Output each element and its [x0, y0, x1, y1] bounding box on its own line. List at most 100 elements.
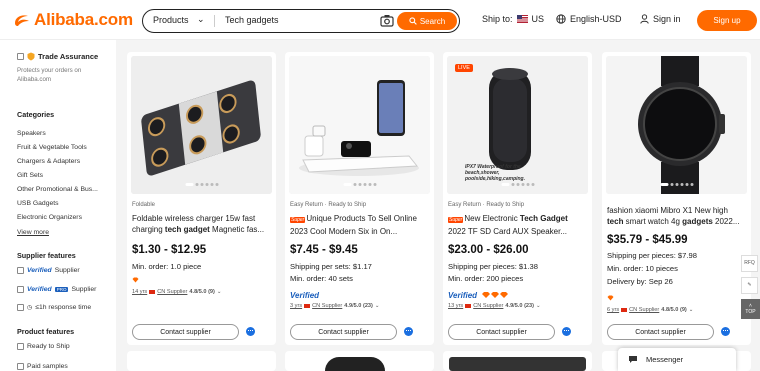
ship-to-selector[interactable]: Ship to: US — [482, 14, 544, 24]
shipping-cost: Shipping per pieces: $1.38 — [448, 262, 538, 271]
product-title[interactable]: fashion xiaomi Mibro X1 New high tech sm… — [607, 205, 746, 227]
ready-to-ship-filter[interactable]: Ready to Ship — [17, 343, 70, 350]
diamond-rating-icons — [482, 292, 508, 298]
header: Alibaba.com Products ⌄ Tech gadgets Sear… — [0, 0, 760, 40]
product-card[interactable] — [285, 351, 434, 371]
supplier-country: CN Supplier — [629, 307, 660, 313]
rfq-button[interactable]: RFQ — [741, 255, 758, 272]
supplier-years: 3 yrs — [290, 303, 303, 309]
chevron-down-icon[interactable]: ⌄ — [375, 303, 380, 309]
ship-to-label: Ship to: — [482, 14, 513, 24]
language-label: English-USD — [570, 14, 622, 24]
checkbox[interactable] — [17, 363, 24, 370]
product-image — [449, 357, 586, 371]
alibaba-logo[interactable]: Alibaba.com — [12, 9, 133, 31]
category-link[interactable]: Electronic Organizers — [17, 214, 82, 221]
paid-samples-filter[interactable]: Paid samples — [17, 363, 68, 370]
trade-assurance-label: Trade Assurance — [38, 52, 99, 61]
supplier-info[interactable]: 13 yrs CN Supplier 4.9/5.0 (23) ⌄ — [448, 303, 541, 309]
chevron-down-icon[interactable]: ⌄ — [217, 289, 222, 295]
product-image[interactable] — [289, 56, 430, 194]
product-price: $35.79 - $45.99 — [607, 234, 688, 246]
category-link[interactable]: Other Promotional & Bus... — [17, 186, 98, 193]
rfq-label: RFQ — [744, 260, 755, 266]
search-bar: Products ⌄ Tech gadgets Search — [142, 9, 460, 33]
product-image[interactable]: LIVE IPX7 Waterproof for the beach,showe… — [447, 56, 588, 194]
super-badge: Super — [448, 217, 464, 223]
contact-supplier-button[interactable]: Contact supplier — [607, 324, 714, 340]
feedback-icon[interactable]: ✎ — [741, 277, 758, 294]
verified-supplier-filter[interactable]: Verified Supplier — [17, 267, 80, 274]
sign-in-link[interactable]: Sign in — [640, 14, 681, 24]
product-image — [325, 357, 385, 371]
supplier-info[interactable]: 14 yrs CN Supplier 4.8/5.0 (9) ⌄ — [132, 289, 222, 295]
verified-badge: Verified — [448, 291, 478, 300]
chat-icon[interactable] — [404, 327, 413, 336]
supplier-years: 13 yrs — [448, 303, 464, 309]
gold-supplier-diamond-icon — [132, 277, 139, 283]
image-carousel-dots[interactable] — [185, 183, 218, 186]
verified-badge: Verified — [290, 291, 320, 300]
product-title[interactable]: Foldable wireless charger 15w fast charg… — [132, 213, 271, 235]
globe-icon — [556, 14, 566, 24]
contact-supplier-button[interactable]: Contact supplier — [290, 324, 397, 340]
messenger-widget[interactable]: Messenger — [618, 348, 736, 371]
category-link[interactable]: Fruit & Vegetable Tools — [17, 144, 87, 151]
product-card[interactable] — [127, 351, 276, 371]
product-price: $23.00 - $26.00 — [448, 244, 529, 256]
view-more-link[interactable]: View more — [17, 229, 49, 236]
min-order: Min. order: 40 sets — [290, 274, 353, 283]
language-selector[interactable]: English-USD — [556, 14, 622, 24]
top-label: TOP — [745, 309, 756, 315]
contact-supplier-button[interactable]: Contact supplier — [448, 324, 555, 340]
contact-supplier-button[interactable]: Contact supplier — [132, 324, 239, 340]
chevron-down-icon[interactable]: ⌄ — [536, 303, 541, 309]
live-badge: LIVE — [455, 64, 473, 72]
logo-text: Alibaba.com — [34, 10, 133, 29]
image-carousel-dots[interactable] — [343, 183, 376, 186]
trade-assurance-checkbox[interactable] — [17, 53, 24, 60]
checkbox[interactable] — [17, 286, 24, 293]
search-button[interactable]: Search — [397, 12, 457, 30]
chevron-down-icon[interactable]: ⌄ — [689, 307, 694, 313]
product-card[interactable]: fashion xiaomi Mibro X1 New high tech sm… — [602, 52, 751, 345]
chat-icon[interactable] — [721, 327, 730, 336]
chat-icon[interactable] — [562, 327, 571, 336]
product-card[interactable]: LIVE IPX7 Waterproof for the beach,showe… — [443, 52, 592, 345]
trade-assurance-filter[interactable]: Trade Assurance — [17, 52, 98, 61]
category-link[interactable]: Gift Sets — [17, 172, 43, 179]
product-tagline: Foldable — [132, 202, 156, 208]
checkbox[interactable] — [17, 304, 24, 311]
category-link[interactable]: USB Gadgets — [17, 200, 59, 207]
verified-pro-supplier-filter[interactable]: Verified PRO Supplier — [17, 286, 96, 293]
image-carousel-dots[interactable] — [501, 183, 534, 186]
category-link[interactable]: Speakers — [17, 130, 46, 137]
ship-to-country: US — [531, 14, 545, 24]
product-title[interactable]: Super Unique Products To Sell Online 2023… — [290, 213, 429, 237]
camera-icon[interactable] — [380, 14, 394, 27]
checkbox[interactable] — [17, 267, 24, 274]
product-image[interactable] — [131, 56, 272, 194]
image-carousel-dots[interactable] — [660, 183, 693, 186]
product-card[interactable]: Easy Return · Ready to Ship Super Unique … — [285, 52, 434, 345]
supplier-info[interactable]: 6 yrs CN Supplier 4.8/5.0 (9) ⌄ — [607, 307, 693, 313]
shipping-cost: Shipping per sets: $1.17 — [290, 262, 372, 271]
back-to-top-button[interactable]: ˄ TOP — [741, 299, 760, 319]
product-promo-text: IPX7 Waterproof for the beach,shower, po… — [465, 164, 526, 182]
product-card[interactable]: Foldable Foldable wireless charger 15w f… — [127, 52, 276, 345]
chat-icon[interactable] — [246, 327, 255, 336]
chevron-down-icon[interactable]: ⌄ — [197, 14, 205, 25]
product-title[interactable]: Super New Electronic Tech Gadget 2022 TF … — [448, 213, 587, 237]
verified-badge: Verified — [27, 286, 52, 293]
search-type-select[interactable]: Products — [153, 15, 189, 25]
response-time-filter[interactable]: ◷ ≤1h response time — [17, 304, 91, 311]
product-card[interactable] — [443, 351, 592, 371]
sign-up-button[interactable]: Sign up — [697, 10, 757, 31]
supplier-rating: 4.8/5.0 (9) — [661, 307, 687, 313]
category-link[interactable]: Chargers & Adapters — [17, 158, 80, 165]
supplier-years: 14 yrs — [132, 289, 148, 295]
search-input[interactable]: Tech gadgets — [225, 15, 279, 25]
supplier-info[interactable]: 3 yrs CN Supplier 4.9/5.0 (23) ⌄ — [290, 303, 380, 309]
product-image[interactable] — [606, 56, 747, 194]
checkbox[interactable] — [17, 343, 24, 350]
